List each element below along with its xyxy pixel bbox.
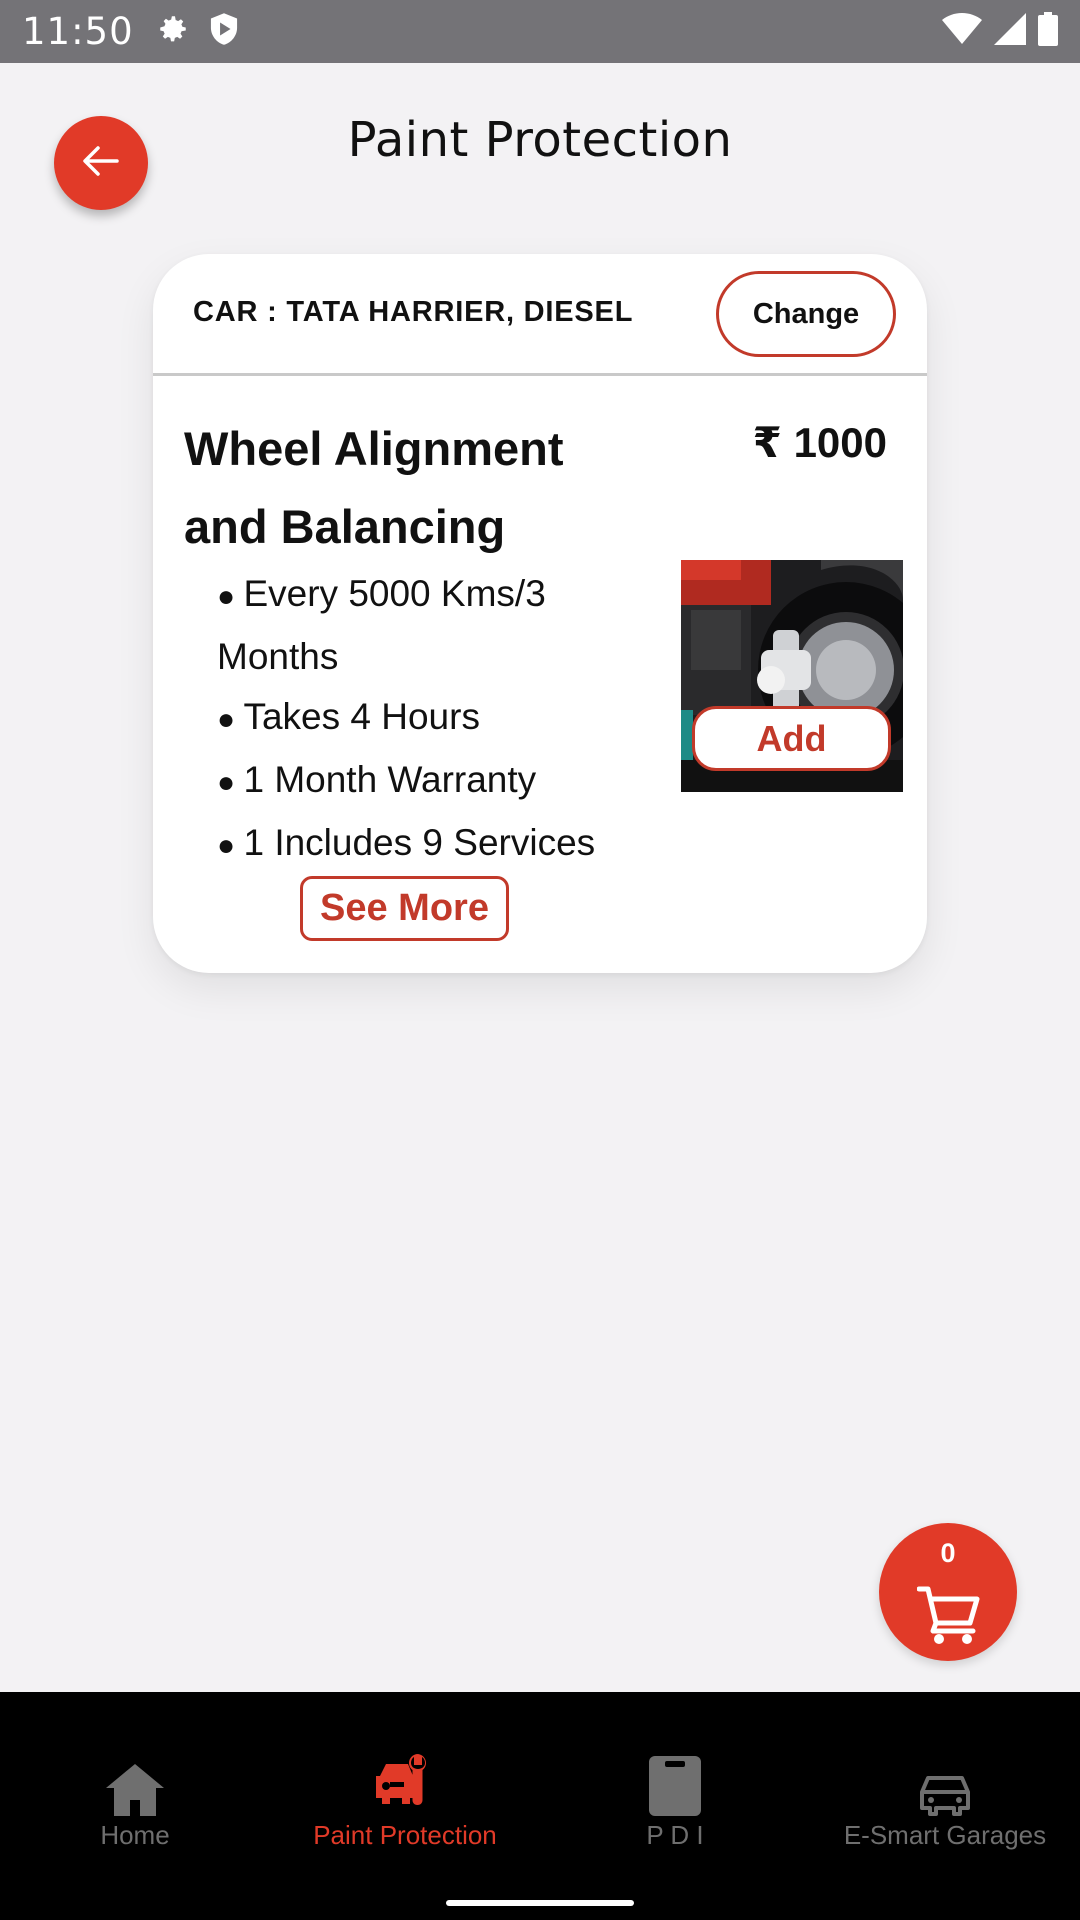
feature-list: Every 5000 Kms/3 Months Takes 4 Hours 1 … [217,564,647,876]
bottom-navigation: Home Paint Protection P D I E-Smart Gara… [0,1692,1080,1920]
cart-count-badge: 0 [940,1538,956,1568]
shield-icon [208,12,240,51]
gear-icon [156,12,190,51]
wifi-icon [942,13,982,50]
nav-label: E-Smart Garages [843,1820,1047,1850]
car-service-icon [270,1742,540,1816]
home-icon [0,1742,270,1816]
gesture-bar[interactable] [446,1900,634,1906]
service-card: CAR : TATA HARRIER, DIESEL Change Wheel … [153,254,927,973]
status-time: 11:50 [22,10,134,53]
status-icons-right [942,12,1058,51]
page-title: Paint Protection [347,112,733,168]
see-more-button[interactable]: See More [300,876,509,941]
nav-item-e-smart-garages[interactable]: E-Smart Garages [810,1742,1080,1851]
status-icons-left [156,12,240,51]
feature-item: 1 Month Warranty [217,750,647,813]
signal-icon [994,13,1026,50]
service-price: ₹ 1000 [752,419,887,466]
nav-item-paint-protection[interactable]: Paint Protection [270,1742,540,1851]
status-bar: 11:50 [0,0,1080,63]
add-button[interactable]: Add [692,706,891,771]
service-name: Wheel Alignment and Balancing [184,422,564,553]
car-label: CAR : TATA HARRIER, DIESEL [193,296,634,328]
car-row: CAR : TATA HARRIER, DIESEL Change [153,254,927,376]
nav-item-pdi[interactable]: P D I [540,1742,810,1851]
battery-icon [1038,12,1058,51]
change-car-button[interactable]: Change [716,271,896,357]
feature-item: 1 Includes 9 Services [217,813,647,876]
clipboard-icon [540,1742,810,1816]
car-icon [810,1742,1080,1816]
nav-item-home[interactable]: Home [0,1742,270,1851]
nav-label: Home [100,1820,170,1850]
cart-button[interactable]: 0 [879,1523,1017,1661]
cart-icon [916,1585,981,1650]
nav-label: P D I [646,1820,704,1850]
feature-item: Takes 4 Hours [217,687,647,750]
feature-item: Every 5000 Kms/3 Months [217,564,647,687]
nav-label: Paint Protection [313,1820,497,1850]
